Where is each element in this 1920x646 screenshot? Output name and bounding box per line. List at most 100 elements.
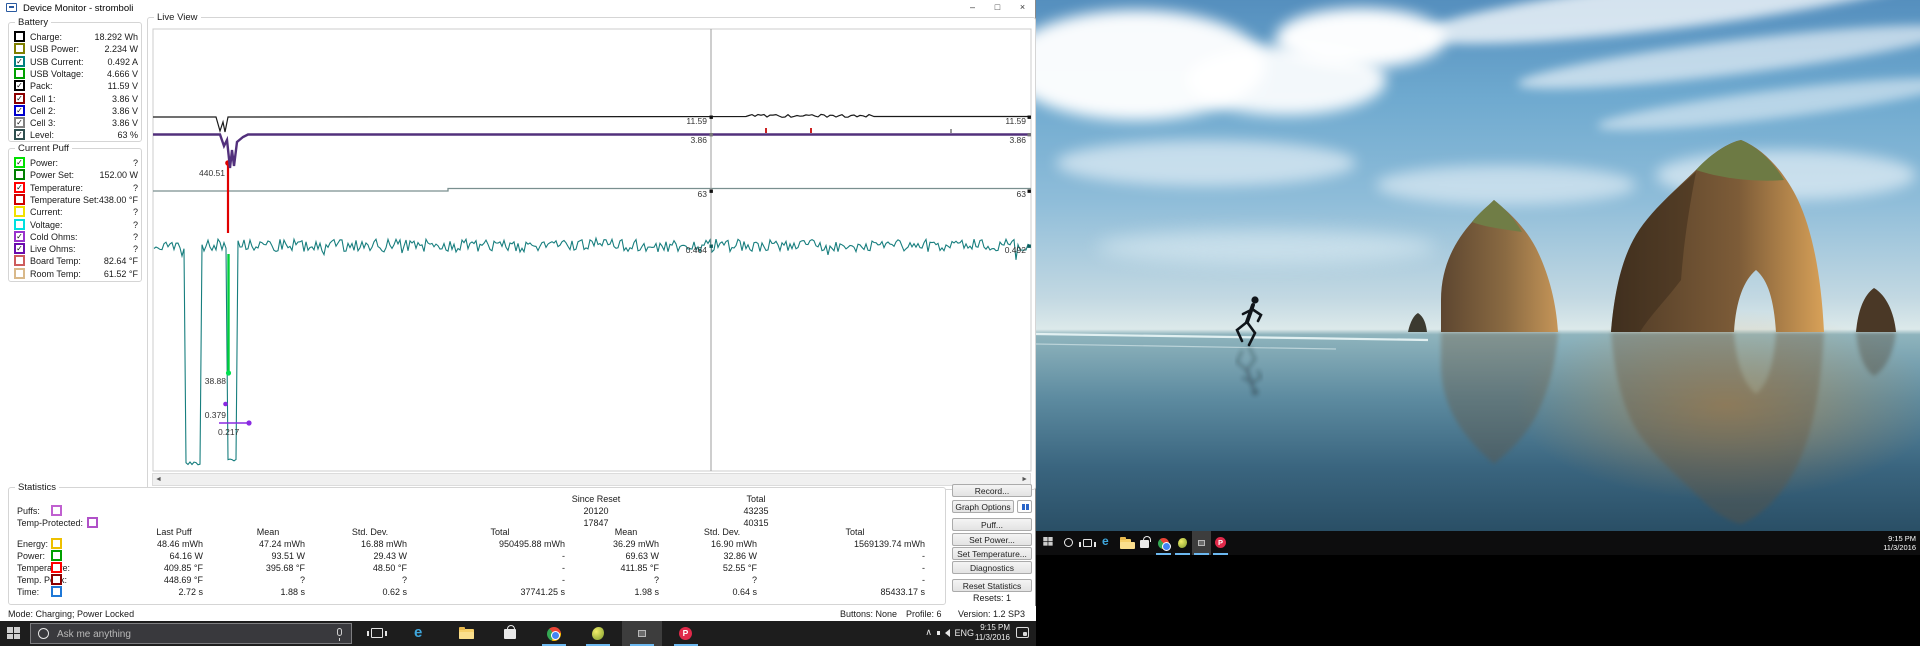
event-tick xyxy=(810,128,812,133)
tray-chevron-icon[interactable]: ∧ xyxy=(925,627,932,638)
language-indicator[interactable]: ENG xyxy=(954,628,974,638)
store-icon[interactable] xyxy=(1135,531,1154,555)
table-header: Mean xyxy=(579,527,673,537)
set-temperature-button[interactable]: Set Temperature... xyxy=(952,547,1032,560)
app-icon-red[interactable]: P xyxy=(666,621,706,646)
metric-checkbox[interactable]: ✓ xyxy=(14,157,25,168)
puffs-checkbox[interactable] xyxy=(51,505,62,516)
chrome-icon[interactable] xyxy=(1154,531,1173,555)
volume-icon[interactable] xyxy=(941,629,950,637)
clock-secondary[interactable]: 9:15 PM 11/3/2016 xyxy=(1883,534,1916,552)
scroll-right-arrow[interactable]: ► xyxy=(1021,476,1028,483)
table-cell: - xyxy=(421,563,579,573)
table-header: Total xyxy=(771,527,939,537)
metric-label: Pack: xyxy=(30,81,53,91)
clock-primary[interactable]: 9:15 PM 11/3/2016 xyxy=(975,623,1010,643)
metric-checkbox[interactable] xyxy=(51,562,62,573)
microphone-icon[interactable] xyxy=(337,628,342,636)
metric-checkbox[interactable] xyxy=(14,169,25,180)
metric-label: Cold Ohms: xyxy=(30,232,78,242)
app-icon-yellow[interactable] xyxy=(1173,531,1192,555)
chrome-icon[interactable] xyxy=(534,621,574,646)
metric-checkbox[interactable]: ✓ xyxy=(14,80,25,91)
table-cell: 36.29 mWh xyxy=(579,539,673,549)
file-explorer-icon[interactable] xyxy=(446,621,486,646)
minimize-button[interactable]: – xyxy=(960,0,985,15)
cursor-dot xyxy=(710,133,713,136)
set-power-button[interactable]: Set Power... xyxy=(952,533,1032,546)
edge-level-label: 63 xyxy=(1017,189,1027,199)
puff-button[interactable]: Puff... xyxy=(952,518,1032,531)
metric-checkbox[interactable] xyxy=(14,43,25,54)
cortana-icon[interactable] xyxy=(1059,531,1078,555)
window-title: Device Monitor - stromboli xyxy=(23,3,133,14)
table-row-label: Power: xyxy=(15,551,131,561)
app-icon-red[interactable]: P xyxy=(1211,531,1230,555)
metric-checkbox[interactable] xyxy=(14,31,25,42)
notification-icon[interactable] xyxy=(1016,627,1029,638)
metric-checkbox[interactable]: ✓ xyxy=(14,93,25,104)
cell-line xyxy=(153,135,1031,169)
graph-options-button[interactable]: Graph Options xyxy=(952,500,1014,513)
cortana-search-box[interactable]: Ask me anything xyxy=(30,623,352,644)
metric-checkbox[interactable] xyxy=(14,219,25,230)
edge-icon[interactable]: e xyxy=(1097,531,1116,555)
maximize-button[interactable]: □ xyxy=(985,0,1010,15)
edge-usb-label: 0.492 xyxy=(1005,245,1027,255)
metric-value: 2.234 W xyxy=(104,44,138,54)
date-label: 11/3/2016 xyxy=(975,633,1010,643)
power-marker-dot xyxy=(226,370,231,375)
total-header: Total xyxy=(701,494,811,504)
metric-checkbox[interactable]: ✓ xyxy=(14,182,25,193)
metric-row: Board Temp:82.64 °F xyxy=(14,255,138,267)
taskbar-primary: Ask me anything e P ∧ ENG 9:15 PM 11/3/2… xyxy=(0,621,1036,646)
metric-checkbox[interactable] xyxy=(14,255,25,266)
metric-checkbox[interactable]: ✓ xyxy=(14,56,25,67)
reset-statistics-button[interactable]: Reset Statistics xyxy=(952,579,1032,592)
task-view-icon[interactable] xyxy=(358,621,398,646)
time-label: 9:15 PM xyxy=(1883,534,1916,543)
pause-button[interactable] xyxy=(1017,500,1032,513)
metric-value: 4.666 V xyxy=(107,69,138,79)
device-monitor-taskbar-icon[interactable] xyxy=(1192,531,1211,555)
edge-pack-label: 11.59 xyxy=(1005,116,1026,126)
metric-checkbox[interactable]: ✓ xyxy=(14,231,25,242)
chart-horizontal-scrollbar[interactable]: ◄ ► xyxy=(152,473,1031,486)
metric-label: Room Temp: xyxy=(30,269,81,279)
diagnostics-button[interactable]: Diagnostics xyxy=(952,561,1032,574)
store-icon[interactable] xyxy=(490,621,530,646)
metric-checkbox[interactable] xyxy=(14,268,25,279)
metric-checkbox[interactable] xyxy=(51,538,62,549)
table-cell: - xyxy=(771,575,939,585)
metric-checkbox[interactable] xyxy=(51,550,62,561)
scroll-left-arrow[interactable]: ◄ xyxy=(155,476,162,483)
edge-icon[interactable]: e xyxy=(402,621,442,646)
edge-dot xyxy=(1028,190,1031,193)
task-view-icon[interactable] xyxy=(1078,531,1097,555)
table-cell: 47.24 mWh xyxy=(217,539,319,549)
metric-checkbox[interactable]: ✓ xyxy=(14,129,25,140)
metric-checkbox[interactable]: ✓ xyxy=(14,105,25,116)
metric-value: 18.292 Wh xyxy=(94,32,138,42)
start-button[interactable] xyxy=(1040,531,1059,555)
close-button[interactable]: × xyxy=(1010,0,1035,15)
start-button[interactable] xyxy=(7,627,21,640)
metric-checkbox[interactable] xyxy=(14,206,25,217)
puffs-total: 43235 xyxy=(701,506,811,516)
metric-checkbox[interactable] xyxy=(51,574,62,585)
metric-value: ? xyxy=(133,244,138,254)
app-icon-yellow[interactable] xyxy=(578,621,618,646)
metric-checkbox[interactable] xyxy=(14,194,25,205)
metric-value: 3.86 V xyxy=(112,106,138,116)
profile-status: Profile: 6 xyxy=(906,609,942,619)
device-monitor-taskbar-icon[interactable] xyxy=(622,621,662,646)
live-chart[interactable]: 440.51 38.88 0.379 0.217 11.59 3.86 63 0… xyxy=(148,18,1035,489)
file-explorer-icon[interactable] xyxy=(1116,531,1135,555)
record-button[interactable]: Record... xyxy=(952,484,1032,497)
metric-checkbox[interactable]: ✓ xyxy=(14,117,25,128)
metric-label: Cell 2: xyxy=(30,106,56,116)
metric-checkbox[interactable]: ✓ xyxy=(14,243,25,254)
puffs-since-reset: 20120 xyxy=(541,506,651,516)
metric-checkbox[interactable] xyxy=(51,586,62,597)
metric-checkbox[interactable] xyxy=(14,68,25,79)
